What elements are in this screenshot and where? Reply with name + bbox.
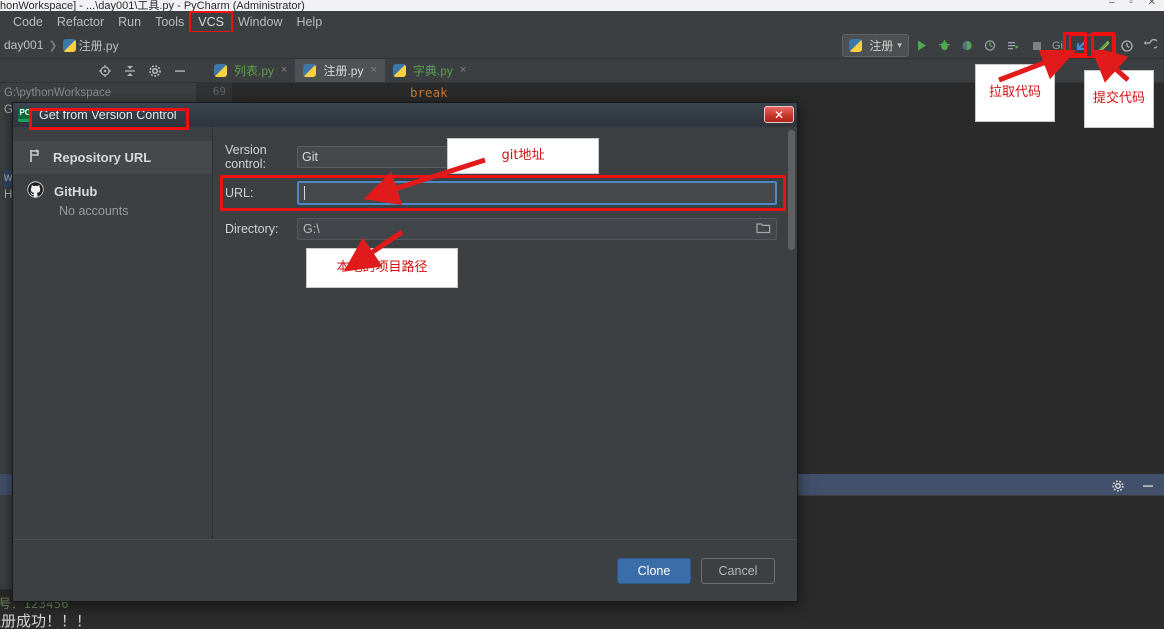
git-url-note-text: git地址 xyxy=(501,148,545,164)
menu-item-refactor[interactable]: Refactor xyxy=(50,13,111,31)
editor-tab-1[interactable]: 注册.py × xyxy=(295,59,385,82)
local-project-path-note: 本地的项目路径 xyxy=(306,248,458,288)
directory-value: G:\ xyxy=(303,222,320,236)
menu-item-help[interactable]: Help xyxy=(289,13,329,31)
update-project-icon[interactable] xyxy=(1069,33,1093,58)
collapse-all-icon[interactable] xyxy=(122,63,138,79)
menu-item-run[interactable]: Run xyxy=(111,13,148,31)
main-toolbar: 注册 ▾ Git xyxy=(842,33,1160,58)
clone-button[interactable]: Clone xyxy=(617,557,691,584)
editor-tab-2[interactable]: 字典.py × xyxy=(385,59,474,82)
editor-tab-0[interactable]: 列表.py × xyxy=(206,59,295,82)
sidebar-item-github[interactable]: GitHub xyxy=(13,174,212,208)
editor-tab-label: 注册.py xyxy=(323,63,364,78)
menu-item-vcs[interactable]: VCS xyxy=(189,10,233,33)
project-panel-path: G:\pythonWorkspace xyxy=(4,87,112,99)
history-icon[interactable] xyxy=(1117,36,1137,56)
lower-toolwindow-icons xyxy=(1108,476,1158,496)
local-project-path-note-text: 本地的项目路径 xyxy=(336,260,428,276)
browse-folder-icon[interactable] xyxy=(756,221,771,237)
git-url-note: git地址 xyxy=(447,138,599,174)
sidebar-item-label: GitHub xyxy=(54,183,98,199)
editor-tab-label: 列表.py xyxy=(234,63,275,78)
os-window-titlebar: honWorkspace] - ...\day001\工具.py - PyCha… xyxy=(0,0,1164,11)
dialog-main-panel: Version control: Git URL: Directory: G:\ xyxy=(213,127,797,539)
sidebar-item-label: Repository URL xyxy=(53,150,152,165)
chevron-down-icon: ▾ xyxy=(897,40,902,50)
dialog-footer: Clone Cancel xyxy=(13,539,797,601)
close-icon[interactable]: × xyxy=(281,64,287,76)
cancel-button[interactable]: Cancel xyxy=(701,557,775,584)
settings-gear-icon[interactable] xyxy=(147,63,163,79)
github-icon xyxy=(27,181,44,201)
version-control-value: Git xyxy=(302,150,318,164)
python-file-icon xyxy=(214,63,227,77)
editor-line-number: 69 xyxy=(212,85,226,98)
url-row: URL: xyxy=(225,181,777,205)
python-file-icon xyxy=(392,63,406,77)
run-with-console-icon[interactable] xyxy=(1004,36,1024,56)
sidebar-item-repository-url[interactable]: Repository URL xyxy=(13,141,212,174)
stop-icon xyxy=(1027,36,1047,56)
menu-bar: Code Refactor Run Tools VCS Window Help xyxy=(0,10,1164,33)
text-caret xyxy=(304,186,305,200)
rollback-icon[interactable] xyxy=(1140,36,1160,56)
pycharm-icon: PC xyxy=(18,108,32,122)
hide-panel-icon[interactable] xyxy=(1138,476,1158,496)
menu-item-window[interactable]: Window xyxy=(231,13,289,31)
dialog-sidebar: Repository URL GitHub No accounts xyxy=(13,127,213,539)
run-config-label: 注册 xyxy=(869,39,894,53)
commit-code-note-text: 提交代码 xyxy=(1093,91,1146,107)
python-file-icon xyxy=(62,38,76,52)
branch-icon xyxy=(27,148,43,167)
directory-row: Directory: G:\ xyxy=(225,218,777,240)
coverage-icon[interactable] xyxy=(958,36,978,56)
os-window-title: honWorkspace] - ...\day001\工具.py - PyCha… xyxy=(0,0,305,11)
dialog-scrollbar[interactable] xyxy=(787,128,796,538)
github-accounts-status: No accounts xyxy=(59,204,129,218)
profile-icon[interactable] xyxy=(981,36,1001,56)
run-configuration-selector[interactable]: 注册 ▾ xyxy=(842,34,909,57)
console-line-2: 注册成功！！！ xyxy=(0,612,92,629)
dialog-titlebar[interactable]: PC Get from Version Control ✕ xyxy=(13,103,797,127)
version-control-select[interactable]: Git xyxy=(297,146,467,168)
close-icon[interactable]: ✕ xyxy=(764,106,794,123)
url-input[interactable] xyxy=(297,181,777,205)
dialog-title: Get from Version Control xyxy=(39,108,177,122)
run-icon[interactable] xyxy=(912,36,932,56)
hide-panel-icon[interactable] xyxy=(172,63,188,79)
close-icon[interactable]: × xyxy=(460,64,466,76)
run-config-python-icon xyxy=(849,39,863,52)
menu-item-tools[interactable]: Tools xyxy=(148,13,191,31)
breadcrumb-project[interactable]: day001 xyxy=(4,38,43,52)
git-toolbar-label: Git xyxy=(1051,39,1066,52)
directory-input[interactable]: G:\ xyxy=(297,218,777,240)
breadcrumb-separator: ❯ xyxy=(48,39,58,52)
dialog-body: Repository URL GitHub No accounts Versio… xyxy=(13,127,797,539)
editor-tab-label: 字典.py xyxy=(412,63,453,78)
project-panel-header xyxy=(0,59,196,83)
pycharm-window: honWorkspace] - ...\day001\工具.py - PyCha… xyxy=(0,0,1164,629)
menu-item-code[interactable]: Code xyxy=(6,13,50,31)
pull-code-note: 拉取代码 xyxy=(975,64,1055,122)
get-from-version-control-dialog: PC Get from Version Control ✕ Repository… xyxy=(12,102,798,602)
locate-file-icon[interactable] xyxy=(97,63,113,79)
commit-code-note: 提交代码 xyxy=(1084,70,1154,128)
code-keyword-break: break xyxy=(410,85,448,100)
python-file-icon xyxy=(303,63,317,77)
settings-gear-icon[interactable] xyxy=(1108,476,1128,496)
url-label: URL: xyxy=(225,186,254,200)
pull-code-note-text: 拉取代码 xyxy=(988,85,1041,101)
version-control-label: Version control: xyxy=(225,143,267,171)
close-icon[interactable]: × xyxy=(370,64,376,76)
debug-icon[interactable] xyxy=(935,36,955,56)
breadcrumb-file[interactable]: 注册.py xyxy=(79,37,119,54)
os-window-buttons[interactable]: – ▫ ✕ xyxy=(1109,0,1162,8)
directory-label: Directory: xyxy=(225,222,279,236)
commit-icon[interactable] xyxy=(1092,33,1116,58)
